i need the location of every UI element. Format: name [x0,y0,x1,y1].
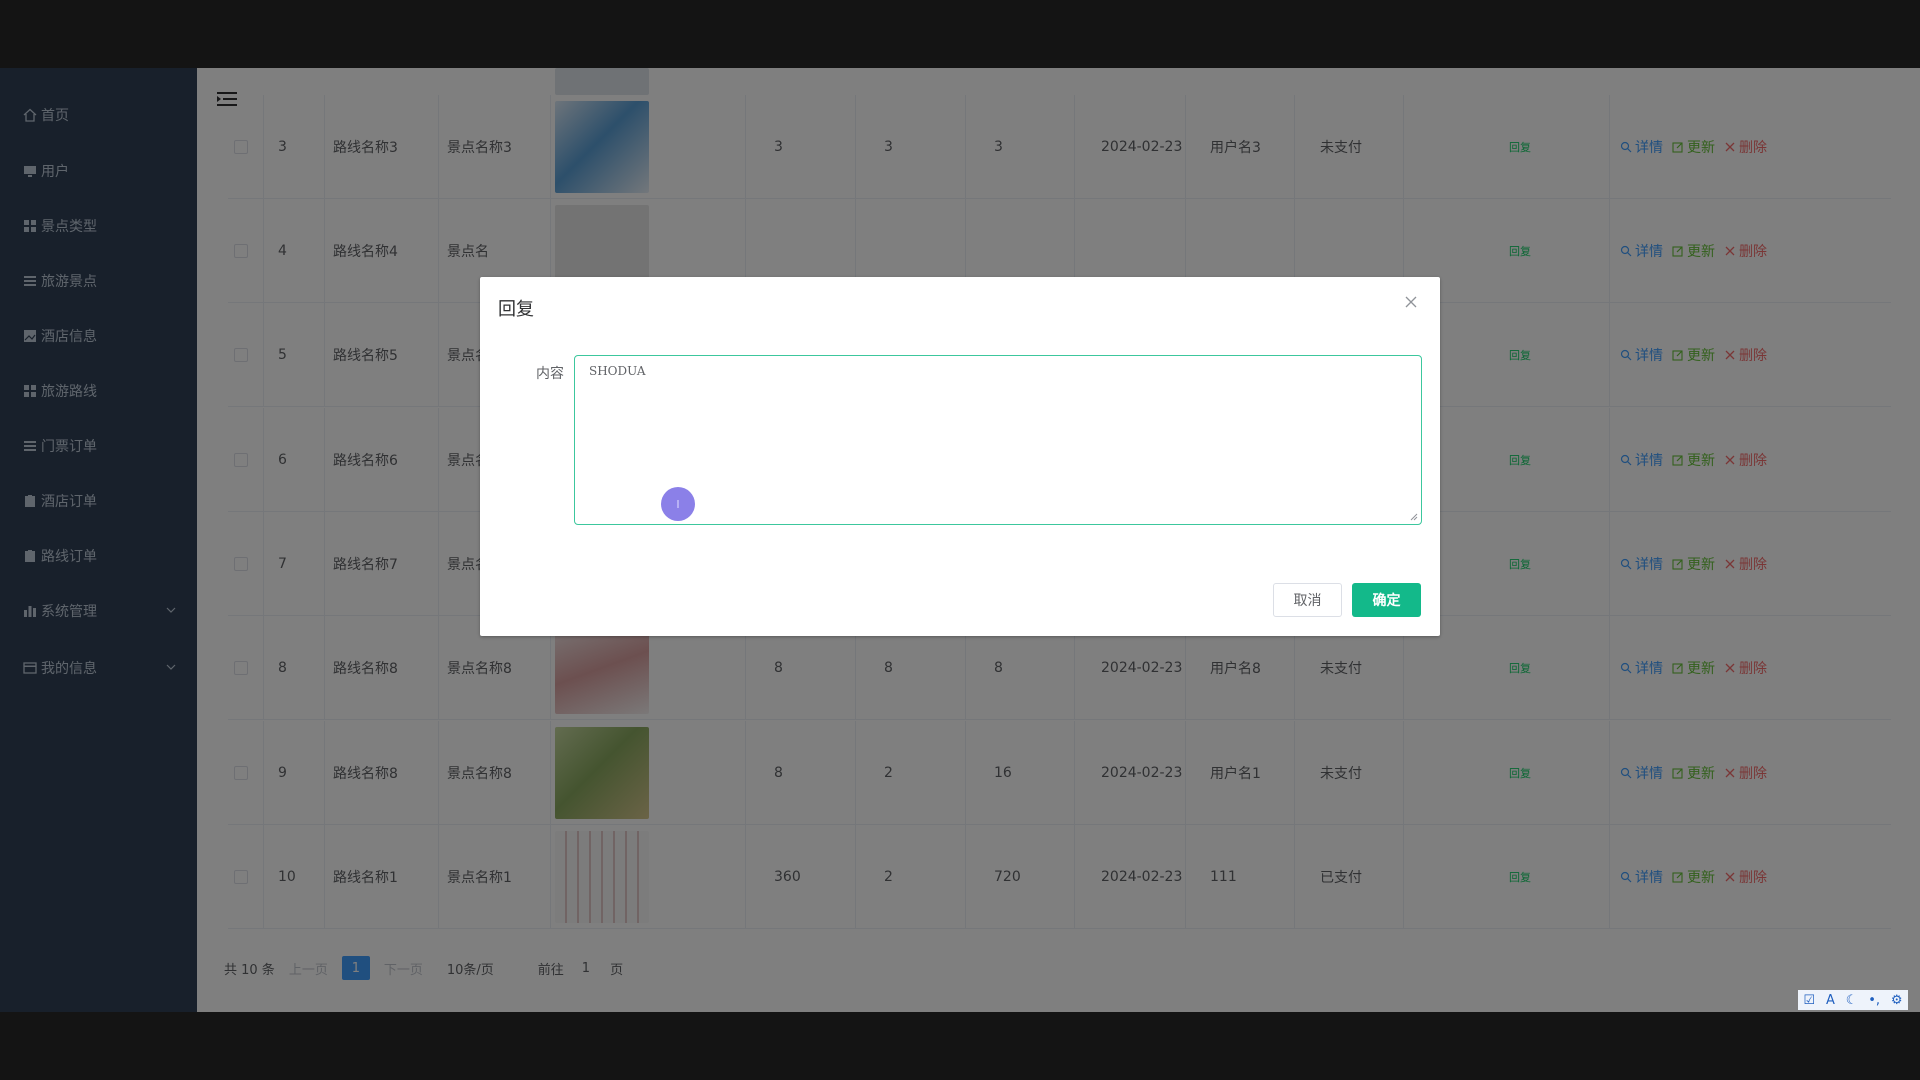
resize-handle-icon[interactable] [1410,513,1418,521]
checkbox-icon[interactable]: ☑ [1803,993,1815,1008]
app-window: 首页 用户 景点类型 旅游景点 酒店信息 旅游路线 门票订单 酒店订单 [0,68,1920,1012]
cancel-button[interactable]: 取消 [1273,583,1342,617]
close-icon[interactable] [1404,295,1418,309]
dialog-title: 回复 [498,299,534,320]
screen-bottom-bar [0,1012,1920,1080]
content-textarea[interactable]: SHODUA [574,355,1422,525]
cursor-indicator: I [661,487,695,521]
content-textarea-value: SHODUA [589,364,646,378]
moon-icon[interactable]: ☾ [1846,993,1858,1008]
floating-toolbar: ☑ A ☾ •, ⚙ [1798,990,1908,1010]
dots-icon[interactable]: •, [1868,993,1880,1008]
gear-icon[interactable]: ⚙ [1891,993,1903,1008]
screen-top-bar [0,0,1920,68]
content-label: 内容 [536,366,564,382]
font-icon[interactable]: A [1826,993,1835,1008]
reply-dialog: 回复 内容 SHODUA I 取消 确定 [480,277,1440,636]
confirm-button[interactable]: 确定 [1352,583,1421,617]
